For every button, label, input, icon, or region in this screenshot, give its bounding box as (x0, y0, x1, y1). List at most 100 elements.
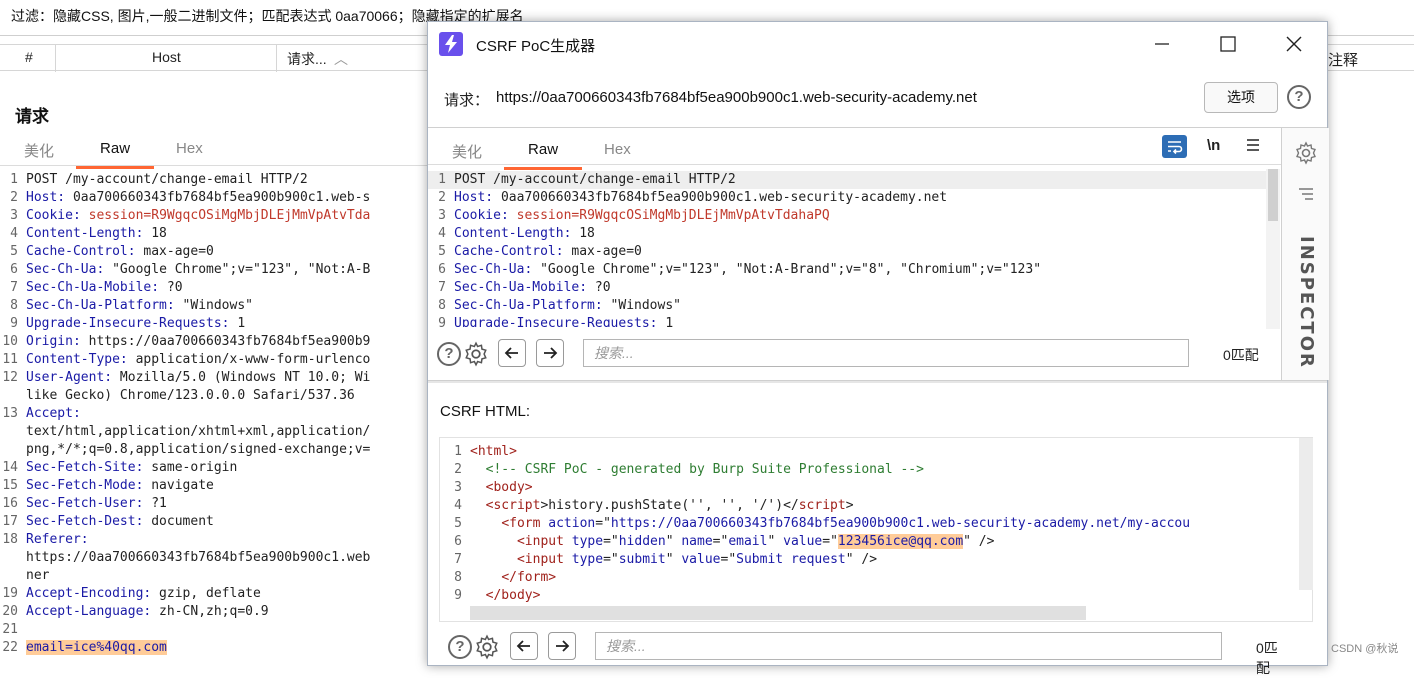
line-number: 20 (2, 604, 18, 619)
code-line: 7 Sec-Ch-Ua-Mobile: ?0 (428, 279, 1266, 297)
menu-icon[interactable] (1245, 137, 1261, 156)
header-value: 1 (229, 316, 246, 331)
search-input[interactable]: 搜索... (583, 339, 1189, 367)
show-newlines-toggle[interactable]: \n (1207, 137, 1220, 154)
previous-match-button[interactable] (510, 632, 538, 660)
next-match-button[interactable] (536, 339, 564, 367)
code-token: =" (822, 534, 838, 549)
help-icon[interactable]: ? (1287, 85, 1311, 109)
header-name: Sec-Fetch-Dest: (26, 514, 144, 529)
close-icon[interactable] (1282, 32, 1306, 56)
code-token: " (767, 534, 784, 549)
code-token: >history.pushState('', '', '/')</ (540, 498, 799, 513)
header-name: Upgrade-Insecure-Requests: (454, 316, 658, 327)
csrf-code-line: 4 <script>history.pushState('', '', '/')… (440, 497, 1298, 515)
line-number: 6 (454, 534, 462, 549)
code-token: type (571, 552, 604, 567)
options-button[interactable]: 选项 (1204, 82, 1278, 113)
header-value: 1 (657, 316, 674, 327)
line-number: 22 (2, 640, 18, 655)
tab-pretty[interactable]: 美化 (24, 140, 54, 161)
header-name: Referer: (26, 532, 89, 547)
tab-raw[interactable]: Raw (504, 141, 583, 170)
code-token: https://0aa700660343fb7684bf5ea900b900c1… (610, 516, 1191, 531)
csrf-html-editor[interactable]: 1 <html> 2 <!-- CSRF PoC - generated by Bu… (439, 437, 1313, 622)
col-request[interactable]: 请求... (287, 49, 327, 69)
code-token: =" (603, 534, 619, 549)
minimize-icon[interactable] (1150, 32, 1174, 56)
line-number: 4 (454, 498, 462, 513)
tab-pretty[interactable]: 美化 (452, 141, 482, 162)
header-name: Cache-Control: (454, 244, 564, 259)
line-number: 18 (2, 532, 18, 547)
header-value: max-age=0 (135, 244, 214, 259)
next-match-button[interactable] (548, 632, 576, 660)
header-name: Cookie: (454, 208, 509, 223)
line-number: 21 (2, 622, 18, 637)
code-line: 13 Accept: (0, 405, 430, 423)
csrf-vertical-scrollbar[interactable] (1299, 438, 1313, 590)
help-icon[interactable]: ? (448, 635, 472, 659)
search-settings-icon[interactable] (463, 341, 489, 370)
code-line: 17 Sec-Fetch-Dest: document (0, 513, 430, 531)
header-value: 0aa700660343fb7684bf5ea900b900c1.web-sec… (493, 190, 948, 205)
csrf-html-label: CSRF HTML: (440, 403, 530, 420)
header-name: Accept-Language: (26, 604, 152, 619)
request-scrollbar[interactable] (1266, 169, 1280, 329)
previous-match-button[interactable] (498, 339, 526, 367)
line-number: 13 (2, 406, 18, 421)
col-host[interactable]: Host (152, 49, 181, 65)
line-number: 6 (438, 262, 446, 277)
csrf-search-input[interactable]: 搜索... (595, 632, 1222, 660)
csrf-code-line: 5 <form action="https://0aa700660343fb76… (440, 515, 1298, 533)
sort-asc-icon[interactable]: ︿ (334, 49, 348, 69)
header-value: https://0aa700660343fb7684bf5ea900b900c1… (26, 550, 371, 565)
header-name: Cookie: (26, 208, 81, 223)
header-value: ?1 (143, 496, 167, 511)
header-value: same-origin (143, 460, 238, 475)
list-icon[interactable] (1297, 186, 1315, 205)
left-request-editor[interactable]: 1 POST /my-account/change-email HTTP/2 2 Ho… (0, 171, 430, 657)
code-line: 19 Accept-Encoding: gzip, deflate (0, 585, 430, 603)
csrf-horizontal-scrollbar[interactable] (470, 606, 1086, 620)
tab-raw[interactable]: Raw (76, 140, 155, 169)
code-line: https://0aa700660343fb7684bf5ea900b900c1… (0, 549, 430, 567)
wrap-lines-icon[interactable] (1162, 135, 1187, 158)
title-bar[interactable]: CSRF PoC生成器 (428, 22, 1327, 67)
header-name: Content-Length: (26, 226, 144, 241)
help-icon[interactable]: ? (437, 342, 461, 366)
code-line: 15 Sec-Fetch-Mode: navigate (0, 477, 430, 495)
csrf-code-line: 7 <input type="submit" value="Submit req… (440, 551, 1298, 569)
code-line: 1 POST /my-account/change-email HTTP/2 (428, 171, 1266, 189)
maximize-icon[interactable] (1216, 32, 1240, 56)
header-value: ?0 (587, 280, 611, 295)
header-value: email=ice%40qq.com (26, 640, 167, 655)
code-token: " (665, 552, 682, 567)
watermark: CSDN @秋说 (1331, 643, 1399, 655)
line-number: 9 (10, 316, 18, 331)
tab-hex[interactable]: Hex (176, 140, 203, 161)
code-line: 20 Accept-Language: zh-CN,zh;q=0.9 (0, 603, 430, 621)
search-settings-icon[interactable] (474, 634, 500, 663)
code-line: 9 Upgrade-Insecure-Requests: 1 (0, 315, 430, 333)
code-token: <input (516, 534, 572, 549)
col-number[interactable]: # (25, 49, 33, 65)
line-number: 5 (10, 244, 18, 259)
col-comment[interactable]: 注释 (1328, 49, 1358, 70)
code-line: 5 Cache-Control: max-age=0 (0, 243, 430, 261)
dialog-request-editor[interactable]: 1 POST /my-account/change-email HTTP/2 2 Ho… (428, 171, 1266, 327)
code-token: <body> (485, 480, 533, 495)
code-token: " /> (963, 534, 995, 549)
code-line: 2 Host: 0aa700660343fb7684bf5ea900b900c1.… (428, 189, 1266, 207)
header-name: Sec-Ch-Ua-Mobile: (26, 280, 160, 295)
header-name: Host: (454, 190, 494, 205)
header-value: text/html,application/xhtml+xml,applicat… (26, 424, 371, 439)
code-token: <html> (470, 444, 517, 459)
code-line: 1 POST /my-account/change-email HTTP/2 (0, 171, 430, 189)
settings-gear-icon[interactable] (1294, 141, 1318, 168)
tab-hex[interactable]: Hex (604, 141, 631, 162)
header-name: Sec-Ch-Ua: (454, 262, 533, 277)
inspector-label[interactable]: INSPECTOR (1296, 236, 1317, 369)
code-line: 6 Sec-Ch-Ua: "Google Chrome";v="123", "No… (0, 261, 430, 279)
line-number: 17 (2, 514, 18, 529)
